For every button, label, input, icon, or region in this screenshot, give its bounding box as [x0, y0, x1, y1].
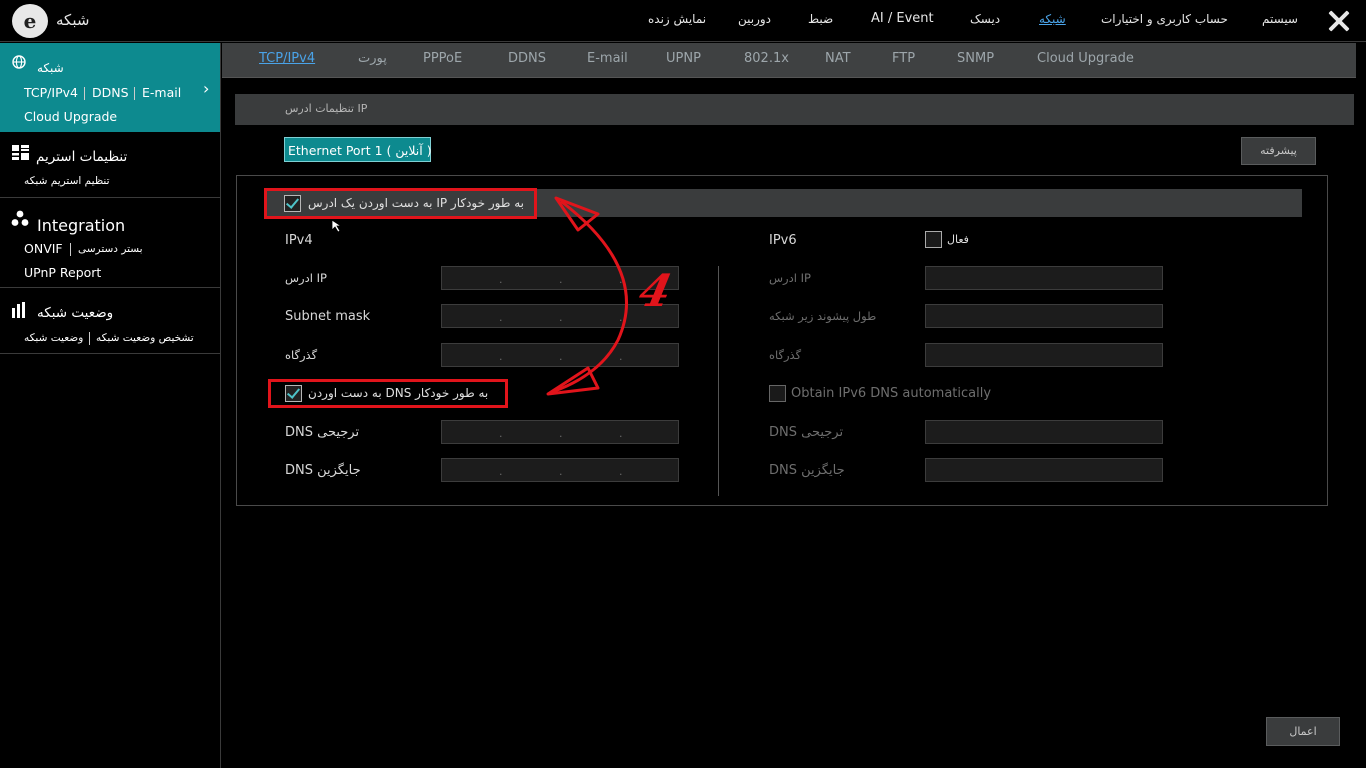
auto-dns-label: به دست اوردن DNS به طور خودکار: [308, 386, 489, 400]
auto-ip-label: به دست اوردن یک ادرس IP به طور خودکار: [308, 196, 524, 210]
ipv6-enable-checkbox[interactable]: [925, 231, 942, 248]
auto-dns-checkbox[interactable]: [285, 385, 302, 402]
ipv6-ip-field[interactable]: [925, 266, 1163, 290]
ipv6-prefix-field[interactable]: [925, 304, 1163, 328]
tab-ddns[interactable]: DDNS: [508, 51, 546, 66]
ipv6-title: IPv6: [769, 233, 797, 248]
nav-network[interactable]: شبکه: [1039, 12, 1066, 26]
ipv6-prefix-label: طول پیشوند زیر شبکه: [769, 309, 877, 323]
ipv4-ip-label: ادرس IP: [285, 271, 327, 285]
tab-pppoe[interactable]: PPPoE: [423, 51, 462, 66]
tab-bar: TCP/IPv4 پورت PPPoE DDNS E-mail UPNP 802…: [222, 43, 1366, 78]
sidebar-item-network[interactable]: شبکه TCP/IPv4 DDNS E-mail Cloud Upgrade …: [0, 43, 220, 132]
ipv6-enable-label: فعال: [947, 233, 969, 246]
sidebar-link-network-stream[interactable]: تنظیم استریم شبکه: [24, 175, 110, 187]
grid-icon: [12, 145, 29, 160]
right-edge: [1356, 43, 1366, 768]
sidebar-link-network-status[interactable]: وضعیت شبکه: [24, 332, 83, 344]
nav-camera[interactable]: دوربین: [738, 12, 771, 26]
sidebar-item-integration[interactable]: Integration ONVIF بستر دسترسی UPnP Repor…: [0, 198, 220, 288]
integration-icon: [11, 210, 29, 226]
sidebar-link-upnp-report[interactable]: UPnP Report: [24, 265, 101, 280]
ipv6-preferred-dns-label: DNS ترجیحی: [769, 425, 844, 440]
sidebar-separator: [134, 87, 135, 100]
tab-upnp[interactable]: UPNP: [666, 51, 701, 66]
status-icon: [12, 302, 25, 318]
auto-ip-checkbox[interactable]: [284, 195, 301, 212]
ipv4-preferred-dns-field[interactable]: ...: [441, 420, 679, 444]
sidebar-item-stream[interactable]: تنظیمات استریم تنظیم استریم شبکه: [0, 132, 220, 198]
sidebar-stream-title: تنظیمات استریم: [36, 149, 128, 165]
ipv4-alternate-dns-label: DNS جایگزین: [285, 463, 361, 478]
sidebar-item-network-status[interactable]: وضعیت شبکه تشخیص وضعیت شبکه وضعیت شبکه: [0, 288, 220, 354]
column-divider: [718, 266, 719, 496]
app-logo-icon: e: [12, 4, 48, 38]
top-bar: e شبکه سیستم حساب کاربری و اختیارات شبکه…: [0, 0, 1366, 42]
nav-user-account[interactable]: حساب کاربری و اختیارات: [1101, 12, 1228, 26]
sidebar-link-onvif[interactable]: ONVIF: [24, 241, 63, 256]
tab-tcpipv4[interactable]: TCP/IPv4: [259, 51, 315, 66]
ipv4-title: IPv4: [285, 233, 313, 248]
tab-snmp[interactable]: SNMP: [957, 51, 994, 66]
chevron-right-icon: ›: [203, 79, 210, 98]
sidebar-separator: [84, 87, 85, 100]
advanced-button[interactable]: پیشرفته: [1241, 137, 1316, 165]
ipv4-alternate-dns-field[interactable]: ...: [441, 458, 679, 482]
close-icon[interactable]: [1326, 8, 1352, 34]
ipv6-ip-label: ادرس IP: [769, 271, 811, 285]
sidebar-link-cloud-upgrade[interactable]: Cloud Upgrade: [24, 109, 117, 124]
nav-disk[interactable]: دیسک: [970, 12, 1000, 26]
ethernet-port-button[interactable]: Ethernet Port 1 ( آنلاین ): [284, 137, 432, 162]
ipv6-alternate-dns-field[interactable]: [925, 458, 1163, 482]
sidebar-link-diagnose-status[interactable]: تشخیص وضعیت شبکه: [96, 332, 194, 344]
sidebar-link-access-platform[interactable]: بستر دسترسی: [78, 243, 143, 255]
tab-port[interactable]: پورت: [358, 51, 387, 66]
annotation-arrow-icon: [546, 196, 628, 396]
sidebar-link-email[interactable]: E-mail: [142, 85, 181, 100]
sidebar-link-tcpipv4[interactable]: TCP/IPv4: [24, 85, 78, 100]
ipv4-preferred-dns-label: DNS ترجیحی: [285, 425, 360, 440]
sidebar-separator: [70, 243, 71, 256]
ipv6-gateway-field[interactable]: [925, 343, 1163, 367]
ipv6-alternate-dns-label: DNS جایگزین: [769, 463, 845, 478]
nav-live-view[interactable]: نمایش زنده: [648, 12, 706, 26]
tab-email[interactable]: E-mail: [587, 51, 628, 66]
tab-nat[interactable]: NAT: [825, 51, 851, 66]
sidebar-status-title: وضعیت شبکه: [37, 305, 114, 321]
tab-8021x[interactable]: 802.1x: [744, 51, 789, 66]
tab-ftp[interactable]: FTP: [892, 51, 915, 66]
ipv4-subnet-label: Subnet mask: [285, 309, 371, 324]
ipv4-gateway-label: گذرگاه: [285, 348, 318, 362]
tab-cloud-upgrade[interactable]: Cloud Upgrade: [1037, 51, 1134, 66]
apply-button[interactable]: اعمال: [1266, 717, 1340, 746]
sidebar-integration-title: Integration: [37, 216, 126, 235]
page-title: شبکه: [56, 11, 90, 29]
ipv6-auto-dns-label: Obtain IPv6 DNS automatically: [791, 386, 992, 401]
nav-ai-event[interactable]: AI / Event: [871, 11, 934, 26]
globe-icon: [12, 55, 26, 69]
section-header-label: تنظیمات ادرس IP: [285, 102, 368, 115]
nav-record[interactable]: ضبط: [808, 12, 833, 26]
sidebar: شبکه TCP/IPv4 DDNS E-mail Cloud Upgrade …: [0, 43, 221, 768]
section-header: تنظیمات ادرس IP: [235, 94, 1354, 125]
sidebar-link-ddns[interactable]: DDNS: [92, 85, 129, 100]
ipv6-preferred-dns-field[interactable]: [925, 420, 1163, 444]
ip-settings-panel: [236, 175, 1328, 506]
ipv6-gateway-label: گذرگاه: [769, 348, 802, 362]
ipv6-auto-dns-checkbox[interactable]: [769, 385, 786, 402]
sidebar-separator: [89, 332, 90, 345]
sidebar-network-title: شبکه: [37, 61, 64, 75]
nav-system[interactable]: سیستم: [1262, 12, 1298, 26]
mouse-cursor-icon: [331, 219, 343, 233]
